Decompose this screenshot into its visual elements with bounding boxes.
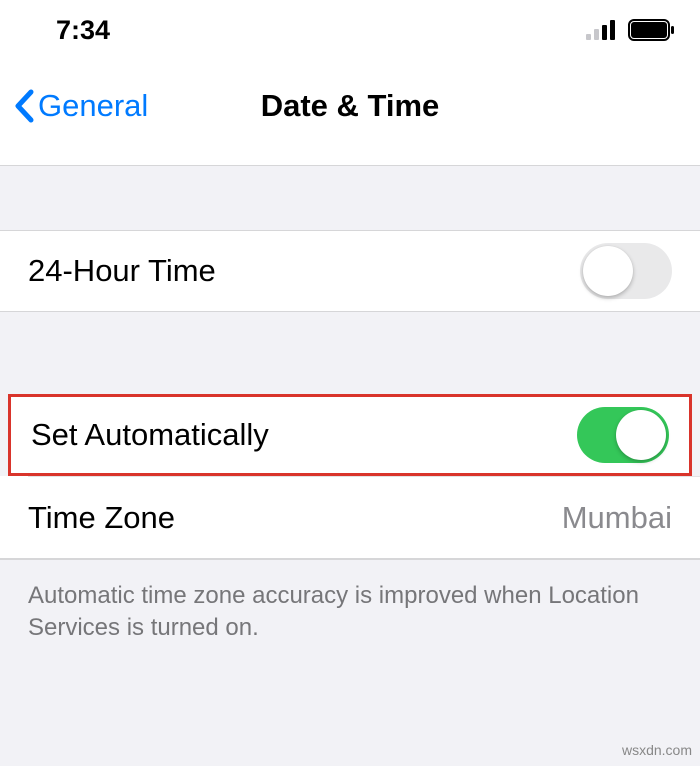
highlight-box: Set Automatically (8, 394, 692, 476)
status-time: 7:34 (56, 15, 110, 46)
cellular-icon (586, 20, 620, 40)
footer-text: Automatic time zone accuracy is improved… (0, 560, 700, 645)
status-indicators (586, 19, 676, 41)
battery-icon (628, 19, 676, 41)
switch-knob (583, 246, 633, 296)
cell-group: Time Zone Mumbai (0, 476, 700, 560)
row-24-hour-time[interactable]: 24-Hour Time (0, 230, 700, 312)
section-spacer (0, 166, 700, 230)
section-spacer (0, 312, 700, 394)
switch-knob (616, 410, 666, 460)
row-set-automatically[interactable]: Set Automatically (11, 397, 689, 473)
status-bar: 7:34 (0, 0, 700, 60)
watermark: wsxdn.com (622, 742, 692, 758)
row-label: 24-Hour Time (28, 253, 216, 289)
back-button[interactable]: General (12, 88, 148, 124)
row-label: Time Zone (28, 500, 175, 536)
chevron-left-icon (12, 88, 36, 124)
row-time-zone[interactable]: Time Zone Mumbai (0, 477, 700, 559)
row-value: Mumbai (562, 500, 672, 536)
switch-set-automatically[interactable] (577, 407, 669, 463)
row-label: Set Automatically (31, 417, 269, 453)
page-title: Date & Time (261, 88, 440, 124)
back-label: General (38, 88, 148, 124)
nav-bar: General Date & Time (0, 60, 700, 166)
switch-24-hour[interactable] (580, 243, 672, 299)
